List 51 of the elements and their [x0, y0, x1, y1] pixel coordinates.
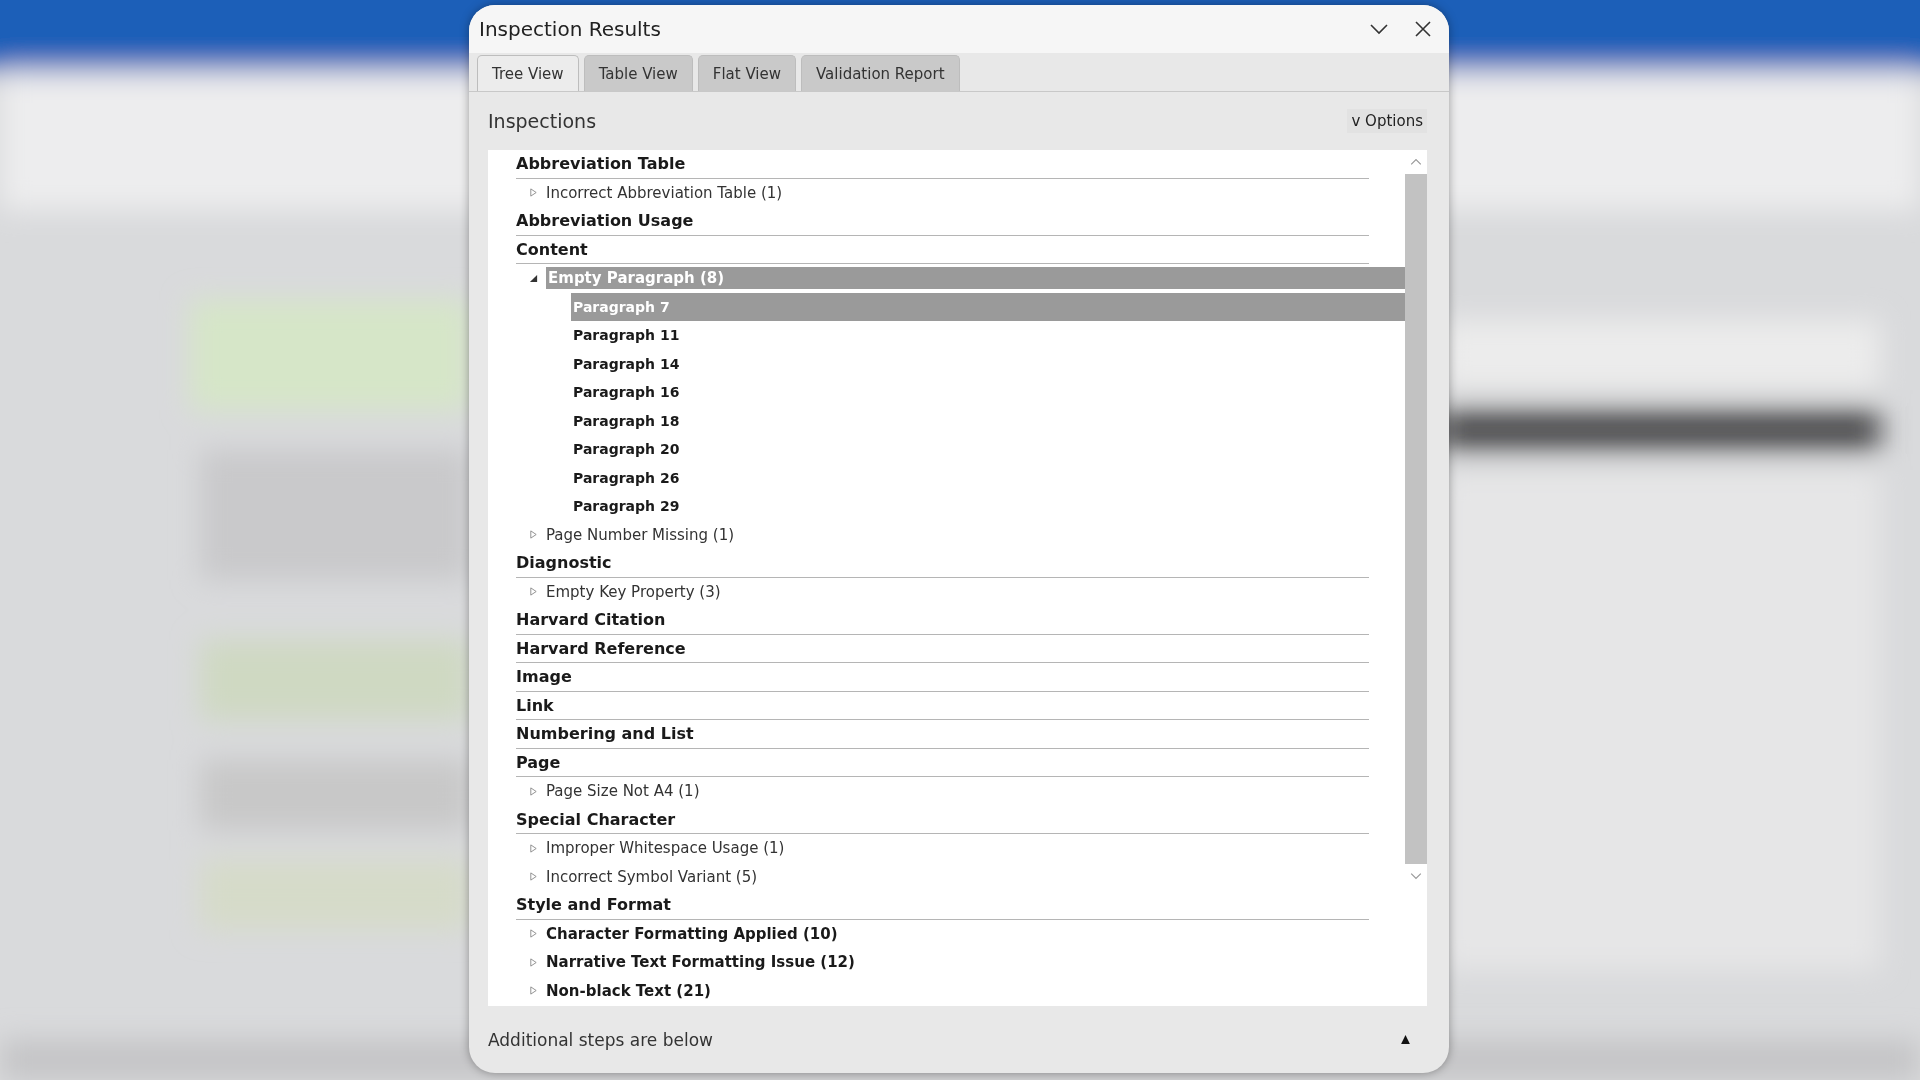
category-heading: Diagnostic	[516, 549, 1369, 578]
expand-icon[interactable]	[529, 587, 538, 597]
category-heading: Image	[516, 663, 1369, 692]
tree-item[interactable]: Paragraph 18	[571, 406, 1405, 435]
tree-item[interactable]: Paragraph 16	[571, 378, 1405, 407]
category-heading: Harvard Reference	[516, 634, 1369, 663]
tab[interactable]: Table View	[583, 55, 693, 91]
tree-item[interactable]: Paragraph 20	[571, 435, 1405, 464]
category-heading: Harvard Citation	[516, 606, 1369, 635]
tree-item[interactable]: Paragraph 29	[571, 492, 1405, 521]
category-heading: Numbering and List	[516, 720, 1369, 749]
tree-item[interactable]: Paragraph 26	[571, 463, 1405, 492]
scrollbar-thumb[interactable]	[1405, 174, 1427, 864]
panel-title: Inspections	[488, 110, 598, 132]
category-heading: Page	[516, 748, 1369, 777]
expand-icon[interactable]	[529, 188, 538, 198]
expand-icon[interactable]	[529, 929, 538, 939]
window-title: Inspection Results	[479, 17, 662, 41]
tree-item[interactable]: Character Formatting Applied (10)	[488, 919, 1405, 948]
tree-item[interactable]: Incorrect Abbreviation Table (1)	[488, 178, 1405, 207]
tab[interactable]: Validation Report	[801, 55, 960, 91]
scroll-down-icon[interactable]	[1410, 870, 1422, 882]
expand-icon[interactable]	[529, 530, 538, 540]
triangle-up-icon[interactable]	[1399, 1034, 1412, 1045]
category-heading: Link	[516, 691, 1369, 720]
category-heading: Style and Format	[516, 891, 1369, 920]
expand-icon[interactable]	[529, 986, 538, 996]
collapse-icon[interactable]	[529, 273, 538, 283]
category-heading: Abbreviation Usage	[516, 207, 1369, 236]
expand-icon[interactable]	[529, 843, 538, 853]
tree-item[interactable]: Empty Key Property (3)	[488, 577, 1405, 606]
tree-item[interactable]: Paragraph 14	[571, 349, 1405, 378]
category-heading: Content	[516, 235, 1369, 264]
tree-item[interactable]: Incorrect Symbol Variant (5)	[488, 862, 1405, 891]
category-heading: Special Character	[516, 805, 1369, 834]
expand-icon[interactable]	[529, 957, 538, 967]
tree-item[interactable]: Improper Whitespace Usage (1)	[488, 834, 1405, 863]
scroll-up-icon[interactable]	[1410, 156, 1422, 168]
tree-item[interactable]: Narrative Text Formatting Issue (12)	[488, 948, 1405, 977]
category-heading: Abbreviation Table	[516, 150, 1369, 179]
tree-item[interactable]: Paragraph 11	[571, 321, 1405, 350]
expand-icon[interactable]	[529, 872, 538, 882]
options-button[interactable]: v Options	[1347, 109, 1427, 133]
tab[interactable]: Tree View	[477, 55, 579, 91]
tab[interactable]: Flat View	[697, 55, 796, 91]
footer-text: Additional steps are below	[488, 1029, 713, 1050]
close-icon[interactable]	[1413, 19, 1433, 39]
tree-item[interactable]: Page Number Missing (1)	[488, 520, 1405, 549]
tree-item[interactable]: Page Size Not A4 (1)	[488, 777, 1405, 806]
expand-icon[interactable]	[529, 786, 538, 796]
tree-item[interactable]: Non-black Text (21)	[488, 976, 1405, 1005]
